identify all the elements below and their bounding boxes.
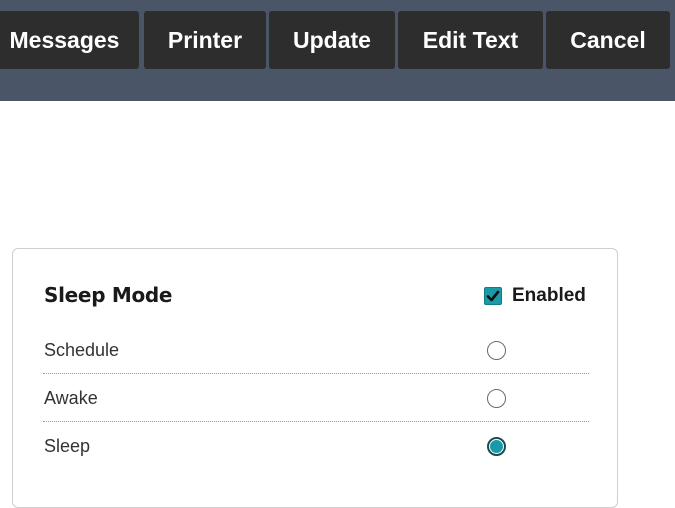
enabled-toggle[interactable]: Enabled bbox=[484, 285, 586, 307]
option-label-schedule: Schedule bbox=[44, 340, 120, 360]
check-icon bbox=[486, 290, 500, 302]
radio-schedule[interactable] bbox=[487, 341, 506, 360]
enabled-checkbox[interactable] bbox=[484, 287, 502, 305]
radio-sleep[interactable] bbox=[487, 437, 506, 456]
option-label-sleep: Sleep bbox=[44, 436, 91, 456]
radio-selected-dot bbox=[490, 440, 503, 453]
update-button[interactable]: Update bbox=[269, 11, 395, 69]
option-row-schedule[interactable]: Schedule bbox=[43, 326, 589, 374]
radio-awake[interactable] bbox=[487, 389, 506, 408]
option-row-awake[interactable]: Awake bbox=[43, 374, 589, 422]
card-title: Sleep Mode bbox=[44, 283, 173, 307]
sleep-mode-card: Sleep Mode Enabled Schedule Awake Sleep bbox=[12, 248, 618, 508]
edit-text-button[interactable]: Edit Text bbox=[398, 11, 543, 69]
cancel-button[interactable]: Cancel bbox=[546, 11, 670, 69]
toolbar: Messages Printer Update Edit Text Cancel bbox=[0, 0, 675, 101]
messages-button[interactable]: Messages bbox=[0, 11, 139, 69]
option-row-sleep[interactable]: Sleep bbox=[43, 422, 589, 470]
option-label-awake: Awake bbox=[44, 388, 98, 408]
enabled-label: Enabled bbox=[512, 285, 586, 306]
printer-button[interactable]: Printer bbox=[144, 11, 266, 69]
